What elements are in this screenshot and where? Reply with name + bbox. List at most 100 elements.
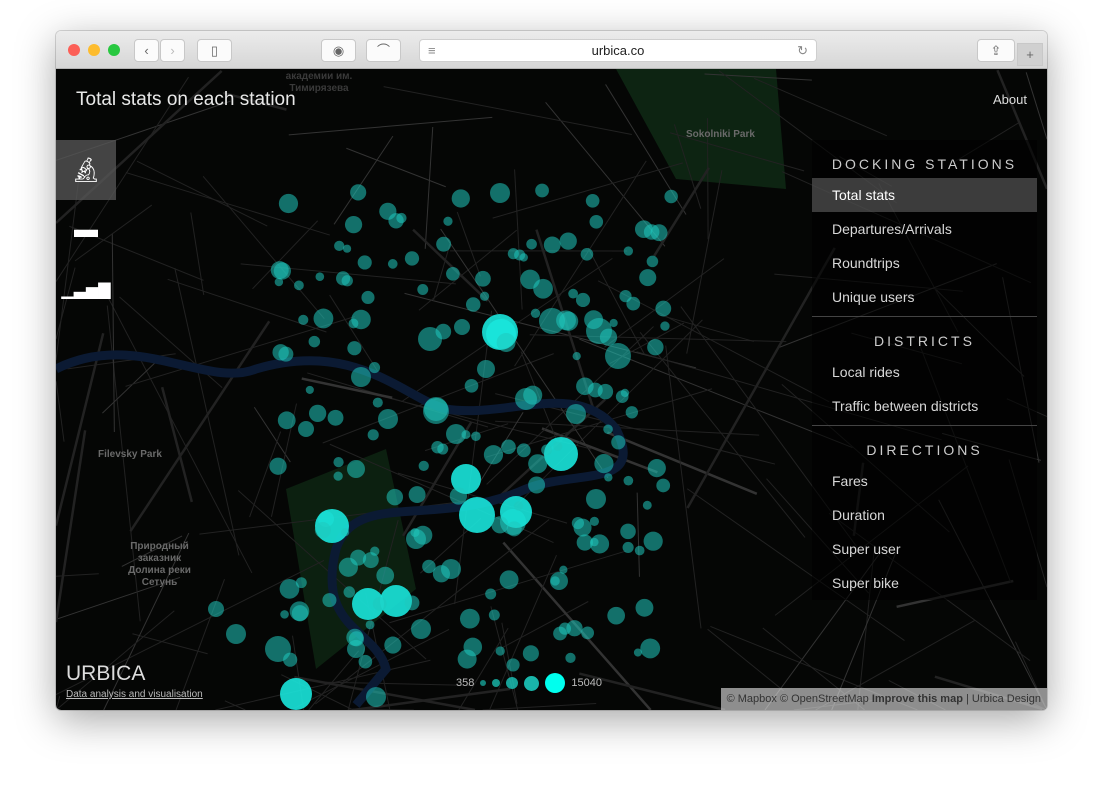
station-circle bbox=[611, 435, 626, 450]
size-legend: 358 15040 bbox=[456, 673, 602, 693]
station-circle bbox=[623, 246, 633, 256]
station-circle bbox=[366, 687, 386, 707]
station-circle bbox=[344, 216, 363, 234]
station-circle bbox=[566, 620, 583, 637]
station-circle bbox=[410, 527, 420, 537]
station-circle bbox=[647, 338, 664, 356]
menu-item-total-stats[interactable]: Total stats bbox=[812, 178, 1037, 212]
maximize-button[interactable] bbox=[108, 44, 120, 56]
road bbox=[125, 172, 330, 236]
station-circle bbox=[615, 390, 629, 403]
armchair-icon[interactable]: ▬ bbox=[56, 200, 116, 260]
menu-item-duration[interactable]: Duration bbox=[812, 498, 1037, 532]
station-circle bbox=[208, 601, 224, 617]
station-circle bbox=[475, 270, 491, 287]
station-circle bbox=[305, 385, 314, 394]
station-circle bbox=[347, 460, 365, 478]
reload-icon[interactable]: ↻ bbox=[797, 40, 808, 61]
menu-item-roundtrips[interactable]: Roundtrips bbox=[812, 246, 1037, 280]
station-circle bbox=[597, 383, 614, 400]
menu-item-departures-arrivals[interactable]: Departures/Arrivals bbox=[812, 212, 1037, 246]
station-circle bbox=[404, 251, 420, 266]
road bbox=[56, 381, 65, 442]
road bbox=[301, 377, 393, 399]
bar-chart-icon[interactable]: ▁▃▅▇ bbox=[56, 260, 116, 320]
menu-item-traffic-between-districts[interactable]: Traffic between districts bbox=[812, 389, 1037, 423]
station-circle bbox=[376, 566, 395, 585]
station-circle bbox=[313, 308, 334, 329]
map[interactable]: Sokolniki Park Filevsky Park Природный з… bbox=[56, 69, 1047, 710]
station-circle bbox=[451, 189, 470, 208]
station-circle bbox=[553, 441, 563, 451]
sidebar-toggle-icon[interactable]: ▯ bbox=[197, 39, 232, 62]
road bbox=[707, 628, 784, 692]
road bbox=[174, 268, 240, 556]
minimize-button[interactable] bbox=[88, 44, 100, 56]
station-circle bbox=[499, 570, 519, 590]
tagline-link[interactable]: Data analysis and visualisation bbox=[66, 689, 203, 700]
station-circle bbox=[464, 378, 479, 393]
station-circle bbox=[639, 269, 657, 287]
pocket-icon[interactable]: ◉ bbox=[321, 39, 356, 62]
legend-max: 15040 bbox=[571, 677, 602, 689]
station-circle bbox=[308, 335, 321, 348]
station-circle bbox=[463, 637, 483, 657]
station-circle bbox=[650, 224, 668, 242]
station-circle bbox=[523, 385, 543, 405]
station-circle bbox=[298, 314, 309, 325]
station-circle bbox=[314, 522, 331, 539]
station-circle bbox=[604, 473, 613, 482]
station-circle bbox=[272, 344, 289, 361]
station-circle bbox=[581, 626, 595, 640]
reader-icon[interactable]: ≡ bbox=[428, 40, 436, 61]
menu-item-local-rides[interactable]: Local rides bbox=[812, 355, 1037, 389]
close-button[interactable] bbox=[68, 44, 80, 56]
about-link[interactable]: About bbox=[993, 92, 1027, 107]
station-circle bbox=[340, 528, 350, 537]
station-circle bbox=[461, 430, 471, 440]
station-circle bbox=[589, 516, 599, 526]
road bbox=[665, 345, 702, 629]
map-attribution: © Mapbox © OpenStreetMap Improve this ma… bbox=[720, 688, 1047, 710]
mapbox-link[interactable]: © Mapbox bbox=[727, 693, 777, 705]
station-circle bbox=[634, 545, 645, 556]
station-circle bbox=[322, 593, 337, 608]
station-circle bbox=[526, 238, 537, 250]
new-tab-button[interactable]: + bbox=[1017, 43, 1043, 66]
station-circle bbox=[565, 652, 576, 664]
station-circle bbox=[483, 445, 504, 465]
station-circle bbox=[343, 586, 356, 598]
station-circle bbox=[270, 261, 289, 280]
microscope-icon[interactable]: 🔬︎ bbox=[56, 140, 116, 200]
menu-item-unique-users[interactable]: Unique users bbox=[812, 280, 1037, 314]
address-bar[interactable]: ≡ urbica.co ↻ bbox=[419, 39, 817, 62]
road bbox=[456, 211, 481, 277]
station-circle bbox=[418, 460, 429, 472]
menu-panel: DOCKING STATIONS Total stats Departures/… bbox=[812, 140, 1037, 600]
back-button[interactable]: ‹ bbox=[134, 39, 159, 62]
urbica-design-link[interactable]: Urbica Design bbox=[972, 693, 1041, 705]
station-circle bbox=[568, 288, 579, 299]
station-circle bbox=[623, 475, 634, 486]
station-circle bbox=[599, 328, 618, 346]
station-circle bbox=[646, 255, 659, 268]
station-circle bbox=[294, 280, 304, 291]
menu-item-fares[interactable]: Fares bbox=[812, 464, 1037, 498]
forward-button[interactable]: › bbox=[160, 39, 185, 62]
station-circle bbox=[435, 323, 452, 340]
road bbox=[215, 659, 431, 710]
station-circle bbox=[274, 277, 284, 287]
station-circle bbox=[640, 638, 661, 659]
menu-item-super-user[interactable]: Super user bbox=[812, 532, 1037, 566]
road bbox=[495, 420, 760, 436]
share-icon[interactable]: ⇪ bbox=[977, 39, 1015, 62]
station-circle bbox=[575, 292, 591, 308]
improve-map-link[interactable]: Improve this map bbox=[872, 693, 963, 705]
pipe-icon[interactable]: ⌒ bbox=[366, 39, 401, 62]
menu-item-super-bike[interactable]: Super bike bbox=[812, 566, 1037, 600]
road bbox=[136, 160, 268, 227]
osm-link[interactable]: © OpenStreetMap bbox=[780, 693, 869, 705]
station-circle bbox=[422, 559, 436, 574]
station-circle bbox=[446, 266, 460, 281]
station-circle bbox=[424, 397, 448, 421]
